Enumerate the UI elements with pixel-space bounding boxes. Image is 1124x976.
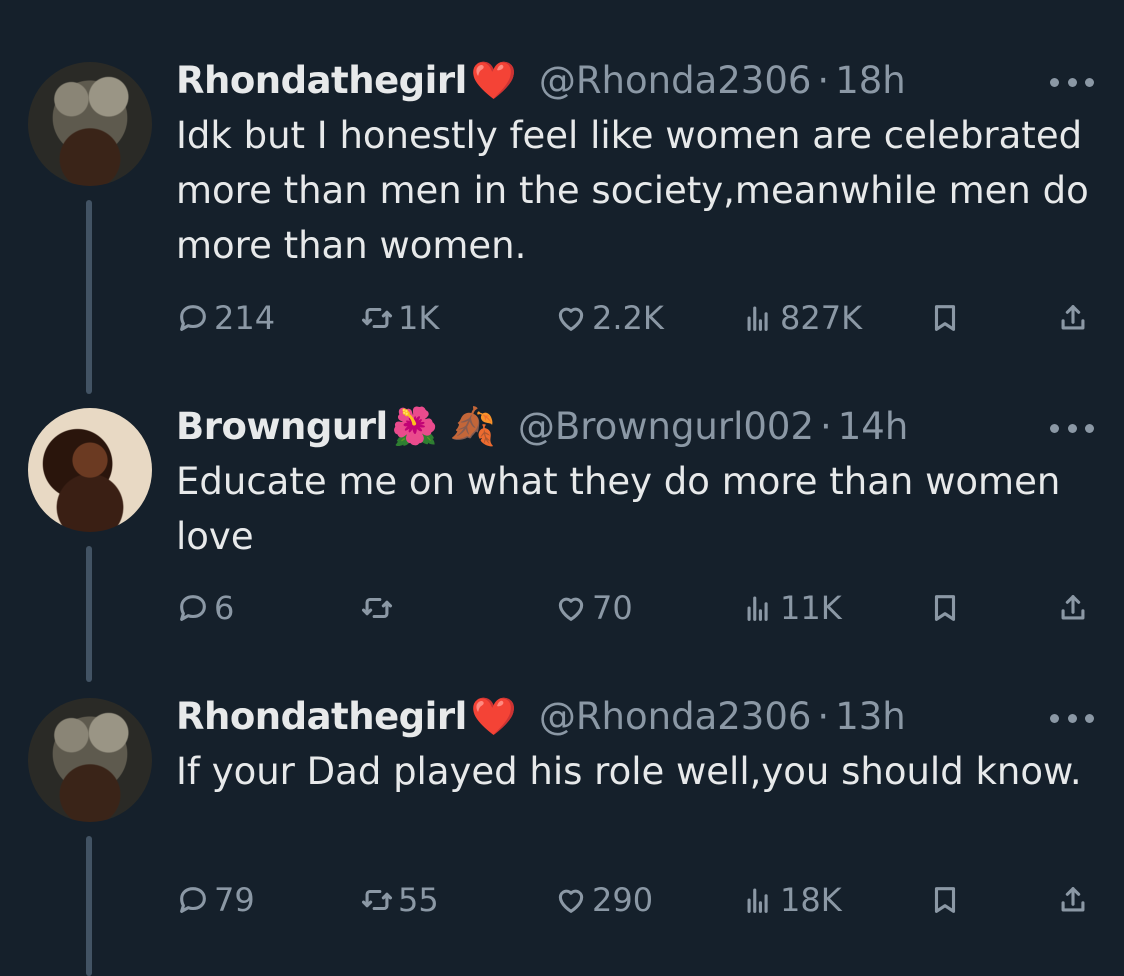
conversation-thread: Rhondathegirl ❤️ @Rhonda2306 · 18h Idk b… xyxy=(0,0,1124,976)
views-button[interactable]: 18K xyxy=(742,878,842,922)
reply-count: 79 xyxy=(214,881,255,919)
like-button[interactable]: 290 xyxy=(554,878,653,922)
user-handle[interactable]: @Rhonda2306 xyxy=(539,695,812,738)
bookmark-icon xyxy=(934,887,956,913)
retweet-button[interactable]: 55 xyxy=(360,878,439,922)
reply-icon xyxy=(180,887,206,913)
tweet-text: If your Dad played his role well,you sho… xyxy=(176,750,1082,793)
share-button[interactable] xyxy=(1056,878,1090,922)
share-icon xyxy=(1061,887,1085,912)
bookmark-button[interactable] xyxy=(928,878,962,922)
tweet-header: Rhondathegirl ❤️ @Rhonda2306 · 13h xyxy=(176,686,906,746)
action-bar: 79 55 290 18K xyxy=(176,878,1096,922)
name-emoji: ❤️ xyxy=(470,694,517,738)
separator-dot: · xyxy=(817,694,830,738)
avatar[interactable] xyxy=(28,698,152,822)
like-count: 290 xyxy=(592,881,654,919)
reply-button[interactable]: 79 xyxy=(176,878,255,922)
display-name[interactable]: Rhondathegirl xyxy=(176,695,467,738)
thread-line xyxy=(86,836,92,976)
heart-icon xyxy=(558,889,584,913)
more-icon[interactable] xyxy=(1050,708,1094,728)
view-count: 18K xyxy=(780,881,842,919)
retweet-icon xyxy=(361,889,393,911)
retweet-count: 55 xyxy=(398,881,439,919)
timestamp[interactable]: 13h xyxy=(835,695,906,738)
tweet[interactable]: Rhondathegirl ❤️ @Rhonda2306 · 13h If yo… xyxy=(0,0,1124,976)
views-icon xyxy=(747,888,768,913)
